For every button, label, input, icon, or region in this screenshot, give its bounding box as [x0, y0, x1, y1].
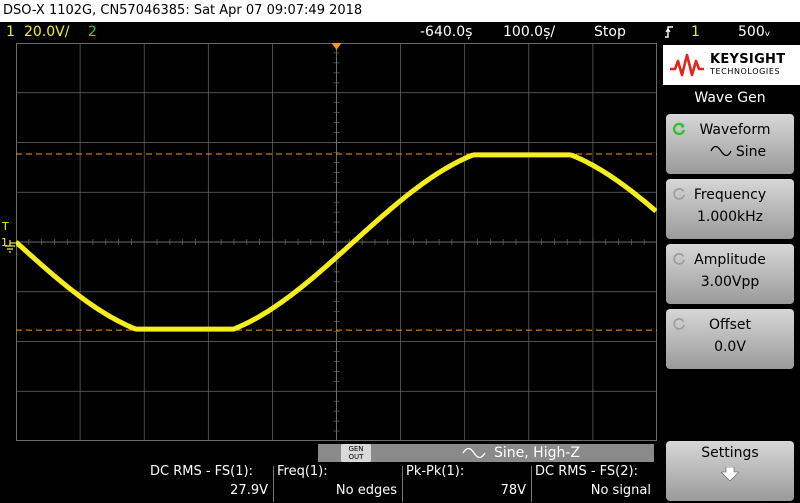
meas-freq-ch1[interactable]: Freq(1): No edges — [275, 464, 401, 503]
arrow-down-icon — [721, 467, 739, 481]
trigger-level[interactable]: 500ᵥ — [738, 22, 771, 42]
sine-wave-icon — [710, 145, 732, 157]
softkey-waveform[interactable]: Waveform Sine — [666, 114, 794, 174]
meas-label: DC RMS - FS(1): — [150, 464, 253, 479]
sine-wave-icon — [462, 448, 486, 458]
divider — [402, 466, 403, 502]
meas-label: Pk-Pk(1): — [406, 464, 465, 479]
softkey-label: Waveform — [699, 122, 771, 138]
keysight-logo: KEYSIGHT TECHNOLOGIES — [663, 45, 800, 85]
trigger-source[interactable]: 1 — [691, 22, 700, 42]
gen-out-badge: GEN OUT — [341, 444, 371, 462]
gen-out-line1: GEN — [348, 445, 364, 453]
run-state[interactable]: Stop — [594, 22, 626, 42]
softkey-value: 1.000kHz — [696, 209, 764, 225]
meas-dc-rms-ch2[interactable]: DC RMS - FS(2): No signal — [533, 464, 655, 503]
measurement-bar: DC RMS - FS(1): 27.9V Freq(1): No edges … — [148, 464, 660, 503]
ch1-scale[interactable]: 20.0V/ — [24, 22, 69, 42]
softkey-label: Settings — [701, 445, 759, 461]
time-scale[interactable]: 100.0ș/ — [503, 22, 555, 42]
softkey-value: 0.0V — [714, 339, 746, 355]
softkey-settings[interactable]: Settings — [666, 441, 794, 501]
softkey-frequency[interactable]: Frequency 1.000kHz — [666, 179, 794, 239]
graticule — [16, 43, 657, 441]
divider — [273, 466, 274, 502]
brand-subtitle: TECHNOLOGIES — [710, 67, 781, 76]
keysight-wave-icon — [670, 53, 704, 77]
trigger-level-marker[interactable]: T — [2, 220, 9, 233]
meas-value: No edges — [335, 483, 397, 498]
ch2-number[interactable]: 2 — [88, 22, 97, 42]
brand-name: KEYSIGHT — [710, 52, 786, 67]
rising-edge-icon — [663, 25, 675, 45]
ground-icon — [5, 240, 16, 253]
title-bar: DSO-X 1102G, CN57046385: Sat Apr 07 09:0… — [0, 0, 800, 22]
status-bar: 1 20.0V/ 2 -640.0ș 100.0ș/ Stop 1 500ᵥ — [0, 22, 800, 42]
softkey-value: Sine — [666, 144, 794, 160]
softkey-label: Amplitude — [694, 252, 766, 268]
meas-label: DC RMS - FS(2): — [535, 464, 638, 479]
softkey-amplitude[interactable]: Amplitude 3.00Vpp — [666, 244, 794, 304]
gen-out-line2: OUT — [348, 453, 364, 461]
wavegen-mode: Sine, High-Z — [494, 445, 580, 461]
meas-pk-pk-ch1[interactable]: Pk-Pk(1): 78V — [404, 464, 530, 503]
trigger-position-marker[interactable] — [331, 43, 342, 50]
meas-value: 27.9V — [230, 483, 268, 498]
softkey-value: 3.00Vpp — [700, 274, 760, 290]
meas-value: 78V — [500, 483, 526, 498]
softkey-label: Offset — [708, 317, 752, 333]
divider — [531, 466, 532, 502]
menu-title: Wave Gen — [694, 90, 766, 106]
softkey-offset[interactable]: Offset 0.0V — [666, 309, 794, 369]
waveform-display[interactable] — [16, 43, 657, 441]
meas-dc-rms-ch1[interactable]: DC RMS - FS(1): 27.9V — [148, 464, 272, 503]
softkey-label: Frequency — [693, 187, 767, 203]
trigger-delay[interactable]: -640.0ș — [420, 22, 472, 42]
ch1-number[interactable]: 1 — [6, 22, 15, 42]
meas-value: No signal — [590, 483, 651, 498]
softkey-value-text: Sine — [735, 144, 767, 160]
meas-label: Freq(1): — [277, 464, 328, 479]
